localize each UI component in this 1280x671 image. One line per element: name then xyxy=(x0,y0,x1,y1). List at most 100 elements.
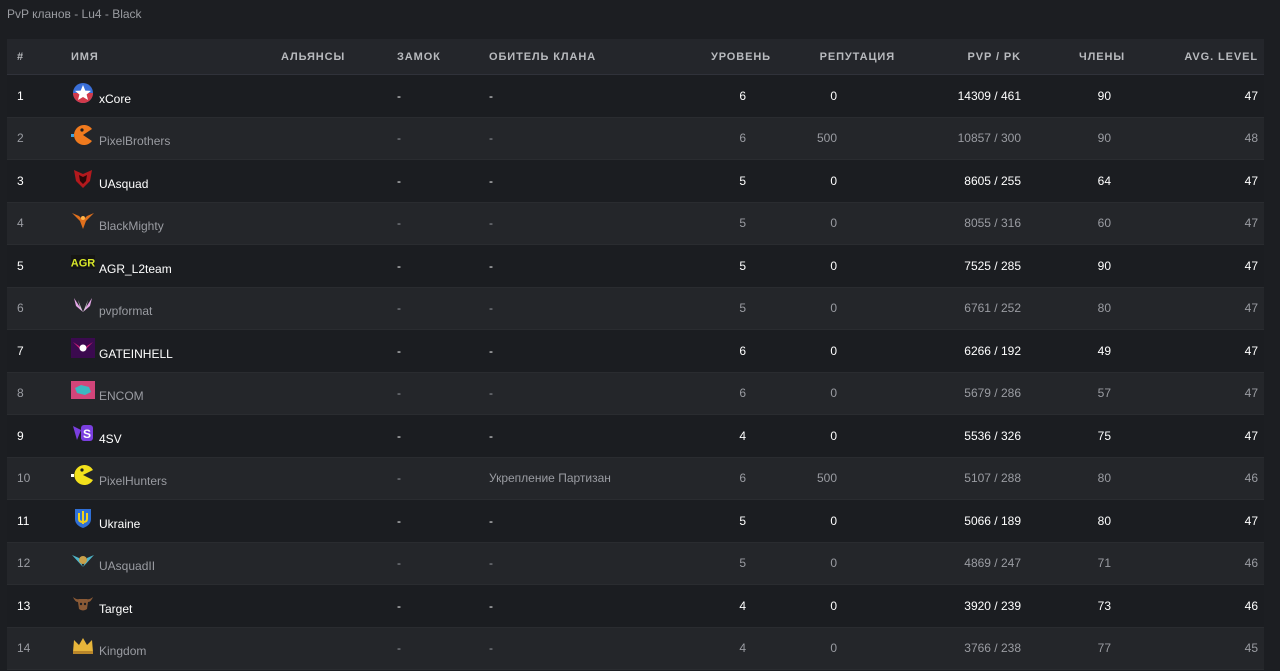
castle-cell: - xyxy=(397,513,401,528)
column-header-level[interactable]: УРОВЕНЬ xyxy=(689,51,771,63)
clan-name[interactable]: Ukraine xyxy=(99,517,140,531)
table-row[interactable]: 8 ENCOM - - 6 0 5679 / 286 57 47 xyxy=(7,372,1264,415)
clan-name-cell[interactable]: PixelBrothers xyxy=(71,125,281,148)
table-body: 1 xCore - -6 0 14309 / 461 90 47 2 PixelBrothers -… xyxy=(7,75,1264,670)
level-cell: 4 xyxy=(739,428,746,443)
clan-name-cell[interactable]: ENCOM xyxy=(71,381,281,403)
clan-name[interactable]: xCore xyxy=(99,92,131,106)
reputation-cell: 0 xyxy=(830,598,837,613)
pvp-pk-cell: 5066 / 189 xyxy=(964,513,1021,528)
column-header-rank[interactable]: # xyxy=(7,51,71,63)
castle-cell: - xyxy=(397,556,401,571)
column-header-pvp-pk[interactable]: PVP / PK xyxy=(895,51,1021,63)
avg-level-cell: 47 xyxy=(1244,258,1258,273)
pvp-pk-cell: 6266 / 192 xyxy=(964,343,1021,358)
column-header-alliance[interactable]: АЛЬЯНСЫ xyxy=(281,51,397,63)
level-cell: 5 xyxy=(739,258,746,273)
column-header-castle[interactable]: ЗАМОК xyxy=(397,51,489,63)
avg-level-cell: 47 xyxy=(1244,343,1258,358)
table-row[interactable]: 4 BlackMighty - - 5 0 8055 / 316 60 47 xyxy=(7,202,1264,245)
winged-skull-icon xyxy=(71,337,95,359)
column-header-members[interactable]: ЧЛЕНЫ xyxy=(1021,51,1125,63)
pvp-pk-cell: 7525 / 285 xyxy=(964,258,1021,273)
table-row[interactable]: 13 Target - - 4 0 3920 / 239 73 46 xyxy=(7,585,1264,628)
clan-name[interactable]: BlackMighty xyxy=(99,219,164,233)
clan-hall-cell: - xyxy=(489,513,493,528)
clan-name[interactable]: AGR_L2team xyxy=(99,262,172,276)
table-row[interactable]: 2 PixelBrothers - - 6 500 10857 / 300 90 48 xyxy=(7,117,1264,160)
clan-name-cell[interactable]: Kingdom xyxy=(71,638,281,658)
clan-name[interactable]: PixelHunters xyxy=(99,474,167,488)
clan-name-cell[interactable]: Ukraine xyxy=(71,508,281,531)
avg-level-cell: 47 xyxy=(1244,301,1258,316)
reputation-cell: 0 xyxy=(830,301,837,316)
agr-text-icon: AGR xyxy=(71,252,95,274)
clan-name-cell[interactable]: Target xyxy=(71,596,281,616)
pvp-pk-cell: 10857 / 300 xyxy=(957,131,1021,146)
table-row[interactable]: 6 pvpformat - - 5 0 6761 / 252 80 47 xyxy=(7,287,1264,330)
clan-name-cell[interactable]: S 4SV xyxy=(71,424,281,446)
clan-name-cell[interactable]: AGR AGR_L2team xyxy=(71,254,281,276)
phoenix-icon xyxy=(71,209,95,231)
clan-name[interactable]: PixelBrothers xyxy=(99,134,170,148)
clan-hall-cell: - xyxy=(489,131,493,146)
clan-name-cell[interactable]: GATEINHELL xyxy=(71,337,281,361)
clan-hall-cell: - xyxy=(489,641,493,656)
clan-name[interactable]: UAsquadII xyxy=(99,559,155,573)
clan-hall-cell: - xyxy=(489,258,493,273)
clan-name-cell[interactable]: UAsquad xyxy=(71,169,281,191)
level-cell: 6 xyxy=(739,88,746,103)
castle-cell: - xyxy=(397,641,401,656)
teal-wings-icon xyxy=(71,549,95,571)
avg-level-cell: 46 xyxy=(1244,556,1258,571)
pvp-pk-cell: 3920 / 239 xyxy=(964,598,1021,613)
clan-name[interactable]: UAsquad xyxy=(99,177,148,191)
table-row[interactable]: 12 UAsquadII - - 5 0 4869 / 247 71 46 xyxy=(7,542,1264,585)
reputation-cell: 0 xyxy=(830,216,837,231)
clan-name[interactable]: pvpformat xyxy=(99,304,152,318)
clan-hall-cell: - xyxy=(489,301,493,316)
table-row[interactable]: 1 xCore - - 6 0 14309 / 461 90 47 xyxy=(7,75,1264,118)
table-row[interactable]: 10 PixelHunters - Укрепление Партизан 6 500 51… xyxy=(7,457,1264,500)
clan-name[interactable]: Target xyxy=(99,602,132,616)
clan-hall-cell: - xyxy=(489,598,493,613)
avg-level-cell: 47 xyxy=(1244,173,1258,188)
table-row[interactable]: 5 AGR AGR_L2team - - 5 0 7525 / 285 90 47 xyxy=(7,245,1264,288)
avg-level-cell: 48 xyxy=(1244,131,1258,146)
table-row[interactable]: 3 UAsquad - - 5 0 8605 / 255 64 47 xyxy=(7,160,1264,203)
clan-name[interactable]: GATEINHELL xyxy=(99,347,173,361)
clan-name[interactable]: ENCOM xyxy=(99,389,144,403)
clan-name[interactable]: Kingdom xyxy=(99,644,146,658)
members-cell: 57 xyxy=(1097,386,1111,401)
column-header-reputation[interactable]: РЕПУТАЦИЯ xyxy=(771,51,895,63)
clan-name-cell[interactable]: BlackMighty xyxy=(71,213,281,233)
clan-hall-cell: - xyxy=(489,343,493,358)
castle-cell: - xyxy=(397,301,401,316)
level-cell: 5 xyxy=(739,216,746,231)
table-row[interactable]: 9 S 4SV - - 4 0 5536 / 326 75 47 xyxy=(7,415,1264,458)
rank-cell: 11 xyxy=(17,513,30,528)
clan-name-cell[interactable]: PixelHunters xyxy=(71,465,281,488)
level-cell: 5 xyxy=(739,556,746,571)
column-header-name[interactable]: ИМЯ xyxy=(71,51,281,63)
avg-level-cell: 45 xyxy=(1244,641,1258,656)
column-header-avg-level[interactable]: AVG. LEVEL xyxy=(1125,51,1264,63)
clan-name-cell[interactable]: xCore xyxy=(71,82,281,106)
reputation-cell: 0 xyxy=(830,428,837,443)
table-row[interactable]: 11 Ukraine - - 5 0 5066 / 189 80 47 xyxy=(7,500,1264,543)
pvp-pk-cell: 5679 / 286 xyxy=(964,386,1021,401)
pvp-pk-cell: 6761 / 252 xyxy=(964,301,1021,316)
castle-cell: - xyxy=(397,131,401,146)
table-row[interactable]: 14 Kingdom - - 4 0 3766 / 238 77 45 xyxy=(7,627,1264,670)
column-header-clan-hall[interactable]: ОБИТЕЛЬ КЛАНА xyxy=(489,51,689,63)
table-row[interactable]: 7 GATEINHELL - - 6 0 6266 / 192 49 47 xyxy=(7,330,1264,373)
clan-name-cell[interactable]: UAsquadII xyxy=(71,553,281,573)
pvp-pk-cell: 14309 / 461 xyxy=(957,88,1021,103)
clan-name[interactable]: 4SV xyxy=(99,432,122,446)
rank-cell: 13 xyxy=(17,598,31,613)
clan-name-cell[interactable]: pvpformat xyxy=(71,298,281,318)
pink-box-icon xyxy=(71,379,95,401)
reputation-cell: 0 xyxy=(830,173,837,188)
level-cell: 4 xyxy=(739,598,746,613)
pvp-pk-cell: 5107 / 288 xyxy=(964,471,1021,486)
